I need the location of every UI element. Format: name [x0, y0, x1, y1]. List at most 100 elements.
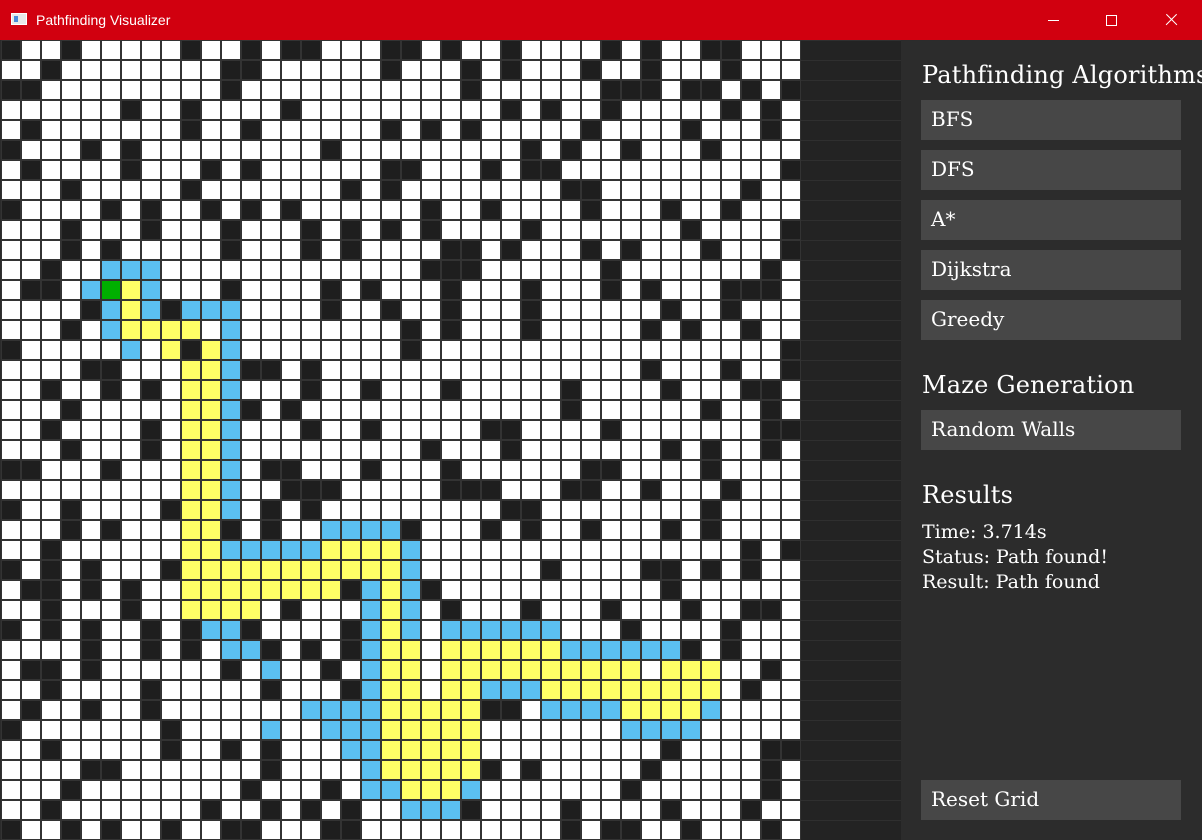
empty-cell[interactable] [322, 441, 340, 459]
wall-cell[interactable] [422, 441, 440, 459]
empty-cell[interactable] [602, 801, 620, 819]
empty-cell[interactable] [142, 341, 160, 359]
empty-cell[interactable] [422, 341, 440, 359]
empty-cell[interactable] [162, 41, 180, 59]
path-cell[interactable] [242, 561, 260, 579]
empty-cell[interactable] [722, 661, 740, 679]
empty-cell[interactable] [262, 481, 280, 499]
empty-cell[interactable] [742, 241, 760, 259]
empty-cell[interactable] [482, 461, 500, 479]
empty-cell[interactable] [662, 501, 680, 519]
reset-grid-button[interactable]: Reset Grid [921, 780, 1181, 820]
empty-cell[interactable] [742, 101, 760, 119]
wall-cell[interactable] [702, 561, 720, 579]
empty-cell[interactable] [262, 781, 280, 799]
empty-cell[interactable] [102, 481, 120, 499]
wall-cell[interactable] [342, 621, 360, 639]
wall-cell[interactable] [502, 441, 520, 459]
wall-cell[interactable] [42, 801, 60, 819]
empty-cell[interactable] [22, 821, 40, 839]
path-cell[interactable] [662, 701, 680, 719]
empty-cell[interactable] [102, 161, 120, 179]
empty-cell[interactable] [562, 161, 580, 179]
empty-cell[interactable] [82, 61, 100, 79]
visited-cell[interactable] [602, 701, 620, 719]
wall-cell[interactable] [702, 81, 720, 99]
empty-cell[interactable] [62, 141, 80, 159]
empty-cell[interactable] [742, 201, 760, 219]
empty-cell[interactable] [62, 361, 80, 379]
empty-cell[interactable] [562, 621, 580, 639]
wall-cell[interactable] [342, 581, 360, 599]
empty-cell[interactable] [542, 201, 560, 219]
empty-cell[interactable] [482, 581, 500, 599]
path-cell[interactable] [582, 661, 600, 679]
empty-cell[interactable] [282, 681, 300, 699]
empty-cell[interactable] [2, 101, 20, 119]
empty-cell[interactable] [402, 221, 420, 239]
visited-cell[interactable] [222, 441, 240, 459]
wall-cell[interactable] [462, 801, 480, 819]
empty-cell[interactable] [562, 521, 580, 539]
empty-cell[interactable] [522, 541, 540, 559]
empty-cell[interactable] [342, 381, 360, 399]
empty-cell[interactable] [22, 321, 40, 339]
empty-cell[interactable] [422, 241, 440, 259]
empty-cell[interactable] [162, 621, 180, 639]
empty-cell[interactable] [222, 761, 240, 779]
wall-cell[interactable] [302, 481, 320, 499]
empty-cell[interactable] [322, 601, 340, 619]
wall-cell[interactable] [742, 321, 760, 339]
empty-cell[interactable] [102, 141, 120, 159]
empty-cell[interactable] [622, 801, 640, 819]
empty-cell[interactable] [102, 401, 120, 419]
wall-cell[interactable] [542, 101, 560, 119]
empty-cell[interactable] [782, 61, 800, 79]
empty-cell[interactable] [242, 461, 260, 479]
wall-cell[interactable] [222, 521, 240, 539]
empty-cell[interactable] [662, 621, 680, 639]
empty-cell[interactable] [542, 341, 560, 359]
path-cell[interactable] [382, 681, 400, 699]
empty-cell[interactable] [282, 221, 300, 239]
empty-cell[interactable] [202, 241, 220, 259]
empty-cell[interactable] [582, 81, 600, 99]
path-cell[interactable] [422, 741, 440, 759]
empty-cell[interactable] [562, 461, 580, 479]
empty-cell[interactable] [522, 741, 540, 759]
empty-cell[interactable] [162, 541, 180, 559]
wall-cell[interactable] [502, 101, 520, 119]
empty-cell[interactable] [722, 521, 740, 539]
wall-cell[interactable] [722, 621, 740, 639]
empty-cell[interactable] [42, 701, 60, 719]
empty-cell[interactable] [522, 41, 540, 59]
empty-cell[interactable] [362, 181, 380, 199]
empty-cell[interactable] [322, 161, 340, 179]
empty-cell[interactable] [502, 81, 520, 99]
empty-cell[interactable] [142, 821, 160, 839]
empty-cell[interactable] [282, 301, 300, 319]
empty-cell[interactable] [282, 341, 300, 359]
empty-cell[interactable] [22, 361, 40, 379]
empty-cell[interactable] [242, 341, 260, 359]
random-walls-button[interactable]: Random Walls [921, 410, 1181, 450]
empty-cell[interactable] [562, 41, 580, 59]
empty-cell[interactable] [642, 601, 660, 619]
empty-cell[interactable] [2, 221, 20, 239]
visited-cell[interactable] [542, 701, 560, 719]
empty-cell[interactable] [682, 201, 700, 219]
empty-cell[interactable] [22, 381, 40, 399]
empty-cell[interactable] [482, 381, 500, 399]
empty-cell[interactable] [742, 701, 760, 719]
path-cell[interactable] [402, 721, 420, 739]
empty-cell[interactable] [82, 121, 100, 139]
empty-cell[interactable] [742, 121, 760, 139]
empty-cell[interactable] [582, 561, 600, 579]
empty-cell[interactable] [382, 821, 400, 839]
empty-cell[interactable] [482, 541, 500, 559]
wall-cell[interactable] [582, 521, 600, 539]
empty-cell[interactable] [642, 821, 660, 839]
empty-cell[interactable] [302, 661, 320, 679]
empty-cell[interactable] [782, 41, 800, 59]
empty-cell[interactable] [682, 281, 700, 299]
